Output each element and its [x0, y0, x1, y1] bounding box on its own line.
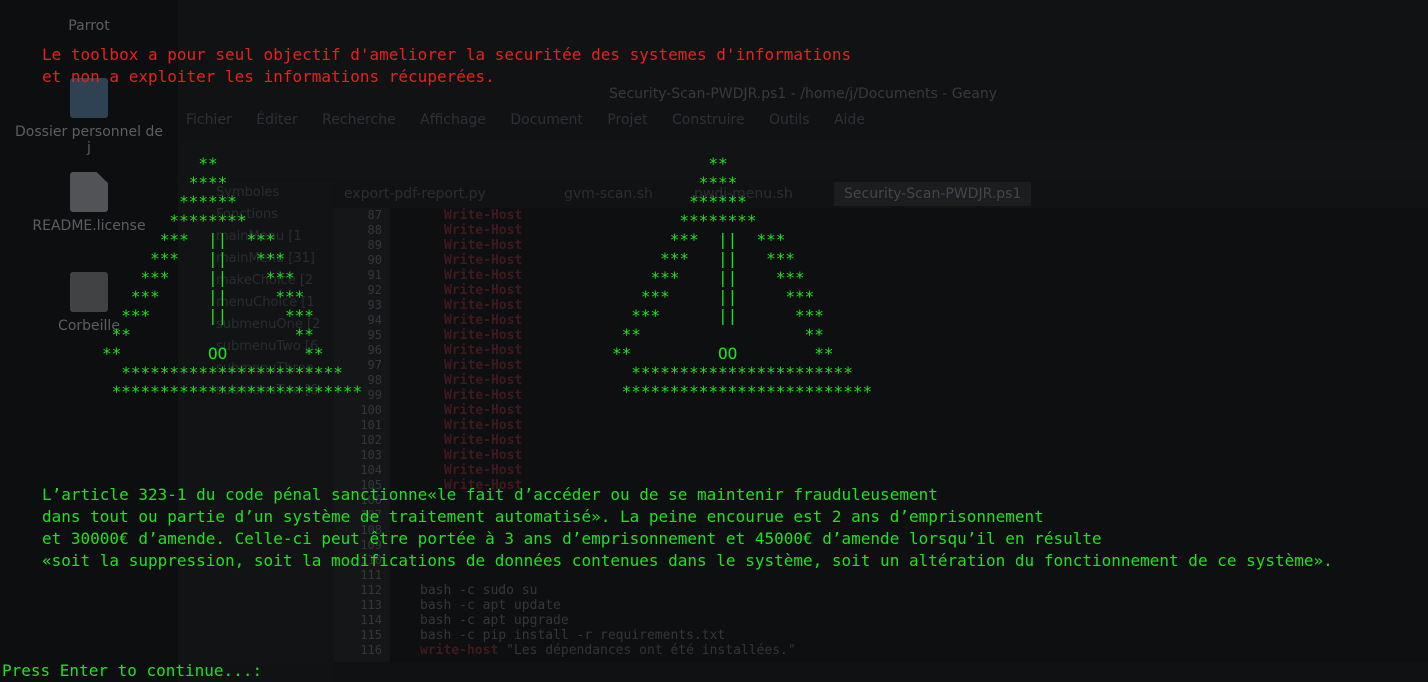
- ascii-art-left: ** **** ****** ******** *** || *** *** |…: [102, 154, 363, 401]
- ascii-art-right: ** **** ****** ******** *** || *** *** |…: [612, 154, 873, 401]
- legal-notice: L’article 323-1 du code pénal sanctionne…: [42, 485, 1333, 570]
- warning-message: Le toolbox a pour seul objectif d'amelio…: [42, 45, 852, 86]
- terminal-output: Le toolbox a pour seul objectif d'amelio…: [0, 0, 1428, 682]
- continue-prompt[interactable]: Press Enter to continue...:: [2, 660, 262, 682]
